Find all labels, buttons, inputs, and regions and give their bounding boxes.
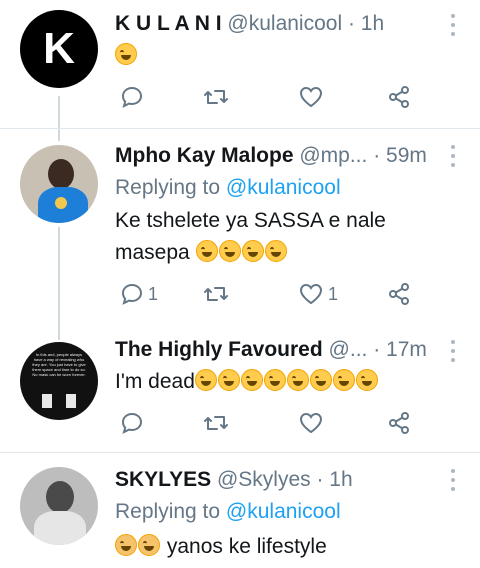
tweet-text: Ke tshelete ya SASSA e nale masepa	[115, 205, 460, 269]
thread-line	[58, 129, 60, 141]
timestamp[interactable]: · 1h	[316, 468, 352, 491]
rofl-emoji	[194, 369, 217, 391]
rofl-emoji	[355, 369, 378, 391]
replying-to: Replying to @kulanicool	[115, 173, 341, 203]
more-icon[interactable]	[450, 469, 456, 491]
tweet-text-line2: masepa	[115, 241, 190, 264]
reply-button[interactable]	[120, 408, 144, 438]
tweet-4[interactable]: SKYLYES @Skylyes · 1h Replying to @kulan…	[0, 453, 480, 568]
avatar[interactable]	[20, 145, 98, 223]
retweet-icon	[204, 416, 228, 430]
display-name[interactable]: Mpho Kay Malope	[115, 144, 294, 167]
retweet-icon	[204, 287, 228, 301]
mention-link[interactable]: @kulanicool	[226, 176, 341, 199]
replying-to: Replying to @kulanicool	[115, 497, 341, 527]
action-bar: 1 1	[115, 279, 415, 309]
tweet-header: SKYLYES @Skylyes · 1h	[115, 465, 440, 495]
share-icon	[389, 412, 409, 434]
like-icon	[299, 412, 323, 434]
tweet-2[interactable]: Mpho Kay Malope @mp... · 59m Replying to…	[0, 129, 480, 322]
reply-icon	[121, 412, 143, 434]
avatar[interactable]: K	[20, 10, 98, 88]
avatar-logo: K	[43, 24, 75, 73]
thread-line	[58, 96, 60, 128]
share-button[interactable]	[387, 408, 411, 438]
display-name[interactable]: The Highly Favoured	[115, 338, 323, 361]
like-count: 1	[328, 283, 339, 304]
action-bar	[115, 408, 415, 438]
like-button[interactable]	[298, 408, 324, 438]
tweet-text-line: masepa	[115, 237, 460, 269]
mention-link[interactable]: @kulanicool	[226, 500, 341, 523]
more-icon[interactable]	[450, 14, 456, 36]
reply-icon	[121, 86, 143, 108]
tweet-text-line: Ke tshelete ya SASSA e nale	[115, 209, 386, 232]
tweet-header: The Highly Favoured @... · 17m	[115, 335, 440, 365]
share-icon	[389, 86, 409, 108]
user-handle[interactable]: @...	[329, 338, 368, 361]
reply-button[interactable]: 1	[120, 279, 158, 309]
user-handle[interactable]: @kulanicool	[227, 12, 342, 35]
tweet-header: K U L A N I @kulanicool · 1h	[115, 9, 440, 39]
timestamp[interactable]: · 1h	[348, 12, 384, 35]
reply-button[interactable]	[120, 82, 144, 112]
retweet-button[interactable]	[203, 408, 229, 438]
retweet-button[interactable]	[203, 82, 229, 112]
timestamp[interactable]: · 59m	[373, 144, 427, 167]
tweet-3[interactable]: In this and, people always have a way of…	[0, 322, 480, 452]
joy-cat-emoji	[138, 534, 160, 556]
display-name[interactable]: K U L A N I	[115, 12, 222, 35]
like-button[interactable]: 1	[298, 279, 338, 309]
tweet-header: Mpho Kay Malope @mp... · 59m	[115, 141, 440, 171]
user-handle[interactable]: @Skylyes	[217, 468, 311, 491]
replying-label: Replying to	[115, 176, 221, 199]
retweet-button[interactable]	[203, 279, 229, 309]
share-button[interactable]	[387, 279, 411, 309]
avatar-quote: In this and, people always have a way of…	[32, 352, 86, 377]
rofl-emoji	[309, 369, 332, 391]
like-button[interactable]	[298, 82, 324, 112]
avatar[interactable]: In this and, people always have a way of…	[20, 342, 98, 420]
rofl-emoji	[332, 369, 355, 391]
replying-label: Replying to	[115, 500, 221, 523]
rofl-emoji	[263, 369, 286, 391]
reply-count: 1	[148, 283, 159, 304]
share-button[interactable]	[387, 82, 411, 112]
joy-emoji	[218, 240, 241, 262]
rofl-emoji	[115, 43, 137, 65]
joy-emoji	[264, 240, 287, 262]
avatar[interactable]	[20, 467, 98, 545]
rofl-emoji	[240, 369, 263, 391]
thread-line	[58, 322, 60, 340]
display-name[interactable]: SKYLYES	[115, 468, 211, 491]
more-icon[interactable]	[450, 340, 456, 362]
retweet-icon	[204, 90, 228, 104]
more-icon[interactable]	[450, 145, 456, 167]
reply-icon	[121, 283, 143, 305]
tweet-text-content: yanos ke lifestyle	[166, 535, 327, 558]
tweet-text	[115, 40, 460, 72]
user-handle[interactable]: @mp...	[299, 144, 367, 167]
like-icon	[299, 86, 323, 108]
tweet-text: I'm dead	[115, 366, 460, 398]
action-bar	[115, 82, 415, 112]
joy-emoji	[241, 240, 264, 262]
tweet-text-content: I'm dead	[115, 370, 195, 393]
joy-cat-emoji	[115, 534, 137, 556]
thread-line	[58, 227, 60, 322]
like-icon	[299, 283, 323, 305]
rofl-emoji	[217, 369, 240, 391]
rofl-emoji	[286, 369, 309, 391]
share-icon	[389, 283, 409, 305]
joy-emoji	[195, 240, 218, 262]
tweet-text: yanos ke lifestyle	[115, 531, 460, 563]
tweet-1[interactable]: K K U L A N I @kulanicool · 1h	[0, 0, 480, 128]
timestamp[interactable]: · 17m	[373, 338, 427, 361]
